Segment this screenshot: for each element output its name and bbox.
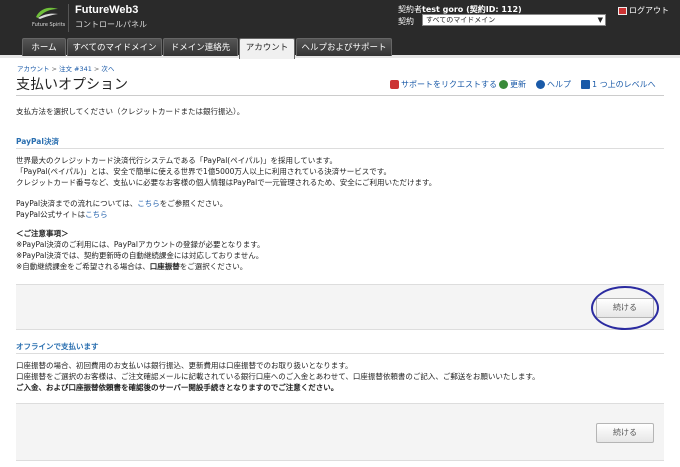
help-icon — [536, 80, 545, 89]
request-support-label: サポートをリクエストする — [401, 80, 497, 89]
header-divider — [68, 4, 69, 32]
paypal-flow-link[interactable]: こちら — [137, 199, 160, 208]
top-header: Future Spirits FutureWeb3 コントロールパネル 契約者t… — [0, 0, 680, 38]
paypal-description: 世界最大のクレジットカード決済代行システムである「PayPal(ペイパル)」を採… — [16, 155, 436, 188]
app-title: FutureWeb3 — [75, 4, 139, 16]
contract-label: 契約 — [398, 17, 414, 26]
paypal-note-1: ※PayPal決済のご利用には、PayPalアカウントの登録が必要となります。 — [16, 240, 265, 249]
refresh-link[interactable]: 更新 — [499, 79, 526, 90]
paypal-note-3-suffix: をご選択ください。 — [179, 262, 248, 271]
offline-description: 口座振替の場合、初回費用のお支払いは銀行振込、更新費用は口座振替でのお取り扱いと… — [16, 360, 540, 393]
offline-section-divider — [16, 353, 664, 354]
paypal-note-3: ※自動継続課金をご希望される場合は、口座振替をご選択ください。 — [16, 261, 264, 272]
paypal-notes-heading: ＜ご注意事項＞ — [16, 229, 69, 238]
breadcrumb-account[interactable]: アカウント — [17, 65, 50, 73]
breadcrumb-order[interactable]: 注文 #341 — [59, 65, 92, 73]
help-link[interactable]: ヘルプ — [536, 79, 571, 90]
offline-line-1: 口座振替の場合、初回費用のお支払いは銀行振込、更新費用は口座振替でのお取り扱いと… — [16, 361, 353, 370]
breadcrumb-separator: > — [51, 65, 57, 73]
tab-account[interactable]: アカウント — [239, 38, 295, 59]
up-arrow-icon — [581, 80, 590, 89]
paypal-line-1: 世界最大のクレジットカード決済代行システムである「PayPal(ペイパル)」を採… — [16, 156, 338, 165]
paypal-line-3: クレジットカード番号など、支払いに必要なお客様の個人情報はPayPalで一元管理… — [16, 178, 437, 187]
up-level-label: 1 つ上のレベルへ — [592, 80, 656, 89]
contract-select[interactable]: すべてのマイドメイン ▼ — [422, 14, 606, 26]
account-name: test goro (契約ID: 112) — [422, 5, 522, 14]
tab-all-domains[interactable]: すべてのマイドメイン — [67, 38, 162, 56]
refresh-icon — [499, 80, 508, 89]
breadcrumb: アカウント > 注文 #341 > 次ヘ — [17, 63, 114, 73]
paypal-note-3-bold: 口座振替 — [149, 262, 180, 271]
support-icon — [390, 80, 399, 89]
logout-icon — [618, 6, 627, 15]
paypal-official-prefix: PayPal公式サイトは — [16, 210, 86, 219]
request-support-link[interactable]: サポートをリクエストする — [390, 79, 497, 90]
paypal-section-divider — [16, 148, 664, 149]
app-subtitle: コントロールパネル — [75, 20, 147, 29]
highlight-circle — [591, 286, 659, 330]
paypal-official-text: PayPal公式サイトはこちら — [16, 209, 227, 220]
chevron-down-icon: ▼ — [597, 16, 603, 24]
paypal-flow-suffix: をご参照ください。 — [159, 199, 228, 208]
offline-line-3: ご入金、および口座振替依頼書を確認後のサーバー開設手続きとなりますのでご注意くだ… — [16, 383, 339, 392]
breadcrumb-next[interactable]: 次ヘ — [101, 65, 114, 73]
paypal-section-heading: PayPal決済 — [16, 137, 59, 146]
future-spirits-logo-icon — [36, 7, 58, 19]
logout-label: ログアウト — [629, 6, 669, 15]
account-prefix: 契約者 — [398, 5, 422, 14]
breadcrumb-separator: > — [93, 65, 100, 73]
paypal-flow-text: PayPal決済までの流れについては、こちらをご参照ください。 — [16, 198, 227, 209]
tab-domain-contacts[interactable]: ドメイン連絡先 — [163, 38, 238, 56]
paypal-flow-prefix: PayPal決済までの流れについては、 — [16, 199, 138, 208]
tab-help-support[interactable]: ヘルプおよびサポート — [296, 38, 392, 56]
logo-text: Future Spirits — [32, 22, 66, 28]
paypal-note-2: ※PayPal決済では、契約更新時の自動継続課金には対応しておりません。 — [16, 251, 264, 260]
paypal-official-link[interactable]: こちら — [85, 210, 108, 219]
paypal-note-3-prefix: ※自動継続課金をご希望される場合は、 — [16, 262, 150, 271]
tab-home[interactable]: ホーム — [22, 38, 66, 56]
help-label: ヘルプ — [547, 80, 571, 89]
paypal-notes: ＜ご注意事項＞ ※PayPal決済のご利用には、PayPalアカウントの登録が必… — [16, 228, 264, 272]
offline-action-bar — [16, 403, 664, 461]
main-nav: ホーム すべてのマイドメイン ドメイン連絡先 アカウント ヘルプおよびサポート — [0, 38, 680, 59]
logout-link[interactable]: ログアウト — [618, 5, 669, 16]
page-title: 支払いオプション — [16, 77, 128, 93]
payment-instruction: 支払方法を選択してください（クレジットカードまたは銀行振込）。 — [16, 107, 245, 116]
up-level-link[interactable]: 1 つ上のレベルへ — [581, 79, 656, 90]
offline-continue-button[interactable]: 続ける — [596, 423, 654, 443]
paypal-line-2: 「PayPal(ペイパル)」とは、安全で簡単に使える世界で1億5000万人以上に… — [16, 167, 391, 176]
offline-section-heading: オフラインで支払います — [16, 342, 99, 351]
contract-select-value: すべてのマイドメイン — [426, 16, 496, 24]
paypal-action-bar — [16, 284, 664, 330]
offline-line-2: 口座振替をご選択のお客様は、ご注文確認メールに記載されている銀行口座へのご入金と… — [16, 372, 540, 381]
refresh-label: 更新 — [510, 80, 526, 89]
title-divider — [16, 95, 664, 96]
paypal-links: PayPal決済までの流れについては、こちらをご参照ください。 PayPal公式… — [16, 198, 227, 220]
